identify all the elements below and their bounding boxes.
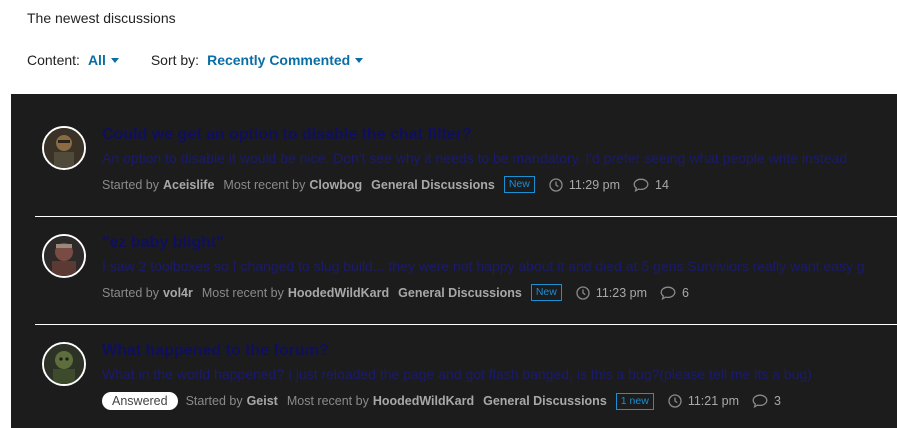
category-link[interactable]: General Discussions xyxy=(483,394,607,408)
answered-badge: Answered xyxy=(102,392,178,410)
category-link[interactable]: General Discussions xyxy=(371,178,495,192)
new-badge: New xyxy=(503,176,535,193)
author-link[interactable]: Aceislife xyxy=(163,178,214,192)
clock-icon xyxy=(668,394,682,408)
started-by-label: Started by xyxy=(102,285,159,300)
avatar[interactable] xyxy=(42,234,86,278)
clock-icon xyxy=(549,177,563,192)
discussion-excerpt: What in the world happened? I just reloa… xyxy=(102,366,812,382)
discussion-excerpt: An option to disable it would be nice. D… xyxy=(102,150,848,166)
author-link[interactable]: Geist xyxy=(247,394,278,408)
last-commenter-link[interactable]: Clowbog xyxy=(309,178,362,192)
new-comments-badge: 1 new xyxy=(615,392,654,410)
comment-icon xyxy=(752,394,768,408)
avatar[interactable] xyxy=(42,342,86,386)
most-recent-by-label: Most recent by xyxy=(223,177,306,192)
content-filter-value: All xyxy=(87,52,106,68)
category-link[interactable]: General Discussions xyxy=(398,286,522,300)
caret-down-icon xyxy=(355,57,364,63)
clock-icon xyxy=(576,285,590,300)
last-activity-time: 11:21 pm xyxy=(687,394,740,408)
last-commenter-link[interactable]: HoodedWildKard xyxy=(373,394,474,408)
avatar-image xyxy=(44,128,84,168)
page-heading: The newest discussions xyxy=(27,10,176,26)
comment-count: 14 xyxy=(655,177,669,192)
most-recent-by-label: Most recent by xyxy=(201,285,284,300)
started-by-label: Started by xyxy=(102,177,159,192)
discussion-title[interactable]: "ez baby blight" xyxy=(102,234,224,252)
discussion-list: Could we get an option to disable the ch… xyxy=(11,94,897,428)
avatar-image xyxy=(44,344,84,384)
sort-label: Sort by: xyxy=(150,52,200,68)
discussion-item[interactable]: "ez baby blight" I saw 2 toolboxes so I … xyxy=(11,202,897,310)
last-activity-time: 11:29 pm xyxy=(568,177,621,192)
content-filter-label: Content: xyxy=(27,52,80,68)
discussion-item[interactable]: What happened to the forum? What in the … xyxy=(11,310,897,418)
most-recent-by-label: Most recent by xyxy=(286,394,369,408)
avatar-image xyxy=(44,236,84,276)
sort-dropdown[interactable]: Recently Commented xyxy=(207,52,364,68)
discussion-meta: Started by vol4r Most recent by HoodedWi… xyxy=(102,284,689,301)
caret-down-icon xyxy=(110,57,119,63)
new-badge: New xyxy=(530,284,562,301)
discussion-excerpt: I saw 2 toolboxes so I changed to slug b… xyxy=(102,258,865,274)
comment-icon xyxy=(660,286,676,300)
discussion-item[interactable]: Could we get an option to disable the ch… xyxy=(11,94,897,202)
comment-icon xyxy=(633,178,649,192)
filter-bar: Content: All Sort by: Recently Commented xyxy=(27,52,364,68)
sort-value: Recently Commented xyxy=(207,52,351,68)
comment-count: 3 xyxy=(774,394,781,408)
discussion-meta: Answered Started by Geist Most recent by… xyxy=(102,392,781,410)
discussion-title[interactable]: Could we get an option to disable the ch… xyxy=(102,126,472,144)
content-filter-dropdown[interactable]: All xyxy=(88,52,119,68)
discussion-meta: Started by Aceislife Most recent by Clow… xyxy=(102,176,669,193)
started-by-label: Started by xyxy=(185,394,243,408)
avatar[interactable] xyxy=(42,126,86,170)
comment-count: 6 xyxy=(682,285,689,300)
author-link[interactable]: vol4r xyxy=(163,286,193,300)
discussion-title[interactable]: What happened to the forum? xyxy=(102,342,329,360)
last-activity-time: 11:23 pm xyxy=(595,285,648,300)
last-commenter-link[interactable]: HoodedWildKard xyxy=(288,286,389,300)
